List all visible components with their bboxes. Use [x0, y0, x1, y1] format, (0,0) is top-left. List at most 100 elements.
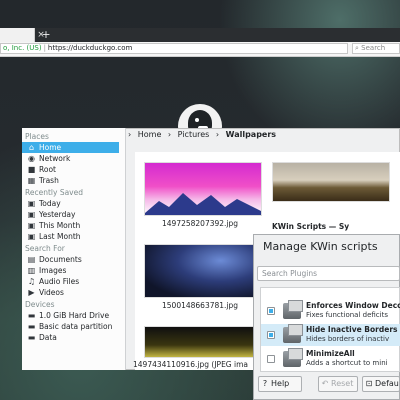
- plugin-description: Fixes functional deficits: [306, 311, 388, 319]
- window-title: Manage KWin scripts: [263, 240, 378, 253]
- plugin-row[interactable]: Hide Inactive Borders Hides borders of in…: [261, 324, 400, 346]
- places-item-label: Root: [39, 165, 56, 174]
- plugin-name: MinimizeAll: [306, 349, 355, 358]
- help-label: Help: [271, 379, 290, 388]
- magnifier-icon: ⌕: [355, 44, 359, 52]
- reset-icon: ↶: [321, 379, 329, 388]
- search-plugins-input[interactable]: Search Plugins: [257, 266, 400, 281]
- music-icon: ♫: [27, 277, 36, 286]
- mountains-image: [145, 193, 261, 215]
- breadcrumb: › Home › Pictures › Wallpapers: [128, 128, 400, 142]
- drive-icon: ▬: [27, 322, 36, 331]
- plugin-checkbox[interactable]: [267, 307, 275, 315]
- calendar-icon: ▣: [27, 232, 36, 241]
- places-item-label: Today: [39, 199, 61, 208]
- places-item[interactable]: ■ Root: [22, 164, 125, 175]
- places-panel: Places ⌂ Home ◉ Network ■ Root ▦ Trash Recently S…: [22, 128, 126, 370]
- places-item[interactable]: ▬ Basic data partition: [22, 321, 125, 332]
- places-section-title: Devices: [25, 300, 55, 309]
- drive-icon: ▬: [27, 333, 36, 342]
- browser-window: × + o, Inc. (US) | https://duckduckgo.com …: [0, 0, 400, 60]
- home-icon: ⌂: [28, 143, 35, 152]
- plugin-description: Adds a shortcut to mini: [306, 359, 388, 367]
- breadcrumb-home[interactable]: Home: [138, 130, 162, 139]
- defaults-label: Defau: [375, 379, 399, 388]
- places-item-label: Yesterday: [39, 210, 76, 219]
- breadcrumb-current[interactable]: Wallpapers: [226, 130, 276, 139]
- plugin-name: Enforces Window Deco: [306, 301, 400, 310]
- places-item-label: Last Month: [39, 232, 81, 241]
- plugin-row[interactable]: MinimizeAll Adds a shortcut to mini: [261, 348, 400, 370]
- document-icon: ▤: [27, 255, 36, 264]
- plugin-name: Hide Inactive Borders: [306, 325, 398, 334]
- places-item[interactable]: ▣ This Month: [22, 220, 125, 231]
- back-arrow-icon[interactable]: ›: [128, 130, 131, 139]
- places-section-title: Search For: [25, 244, 65, 253]
- plugin-icon: [283, 324, 303, 343]
- browser-tab[interactable]: [0, 28, 35, 42]
- places-item-label: Basic data partition: [39, 322, 113, 331]
- places-item-label: Home: [39, 143, 62, 152]
- breadcrumb-pictures[interactable]: Pictures: [178, 130, 210, 139]
- places-item-label: Trash: [39, 176, 59, 185]
- file-thumbnail[interactable]: [144, 244, 254, 298]
- tab-strip: [0, 28, 400, 42]
- plugin-icon: [283, 348, 303, 367]
- places-item[interactable]: ▣ Yesterday: [22, 209, 125, 220]
- help-icon: ?: [262, 379, 268, 388]
- places-item[interactable]: ▶ Videos: [22, 287, 125, 298]
- partial-window-label: KWin Scripts — Sy: [272, 222, 350, 231]
- duck-eye-icon: [195, 118, 199, 122]
- defaults-button[interactable]: ⊡ Defau: [362, 376, 400, 392]
- places-item-label: This Month: [39, 221, 81, 230]
- new-tab-button[interactable]: +: [40, 28, 52, 42]
- places-item-label: Videos: [39, 288, 64, 297]
- plugin-checkbox[interactable]: [267, 355, 275, 363]
- help-button[interactable]: ? Help: [258, 376, 302, 392]
- defaults-icon: ⊡: [365, 379, 373, 388]
- calendar-icon: ▣: [27, 221, 36, 230]
- plugin-description: Hides borders of inactiv: [306, 335, 390, 343]
- places-item[interactable]: ▣ Last Month: [22, 231, 125, 242]
- places-item-label: Network: [39, 154, 71, 163]
- places-item[interactable]: ▦ Trash: [22, 175, 125, 186]
- chevron-right-icon: ›: [167, 130, 172, 139]
- calendar-icon: ▣: [27, 210, 36, 219]
- places-item[interactable]: ♫ Audio Files: [22, 276, 125, 287]
- status-tooltip: 1497434110916.jpg (JPEG ima: [133, 360, 248, 369]
- places-item-label: Audio Files: [39, 277, 80, 286]
- video-icon: ▶: [28, 288, 35, 297]
- trash-icon: ▦: [27, 176, 36, 185]
- drive-icon: ▬: [27, 311, 36, 320]
- folder-icon: ■: [27, 165, 36, 174]
- plugin-checkbox[interactable]: [267, 331, 275, 339]
- reset-button[interactable]: ↶ Reset: [318, 376, 358, 392]
- file-thumbnail[interactable]: [144, 162, 262, 216]
- image-icon: ▥: [27, 266, 36, 275]
- places-item[interactable]: ◉ Network: [22, 153, 125, 164]
- plugin-row[interactable]: Enforces Window Deco Fixes functional def…: [261, 300, 400, 322]
- places-item[interactable]: ▬ 1.0 GiB Hard Drive: [22, 310, 125, 321]
- file-name[interactable]: 1500148663781.jpg: [162, 301, 238, 310]
- site-identity[interactable]: o, Inc. (US): [3, 44, 42, 52]
- search-input[interactable]: ⌕ Search: [352, 43, 400, 54]
- places-item[interactable]: ▣ Today: [22, 198, 125, 209]
- file-thumbnail[interactable]: [272, 162, 390, 202]
- places-item-label: Images: [39, 266, 67, 275]
- places-item-label: 1.0 GiB Hard Drive: [39, 311, 110, 320]
- file-thumbnail[interactable]: [144, 326, 254, 358]
- places-section-title: Recently Saved: [25, 188, 83, 197]
- places-item-label: Data: [39, 333, 57, 342]
- places-section-title: Places: [25, 132, 49, 141]
- places-item[interactable]: ▬ Data: [22, 332, 125, 343]
- url-bar[interactable]: o, Inc. (US) | https://duckduckgo.com: [0, 43, 348, 54]
- chevron-right-icon: ›: [215, 130, 220, 139]
- url-text: https://duckduckgo.com: [47, 44, 133, 52]
- search-placeholder: Search: [361, 44, 386, 52]
- file-name[interactable]: 1497258207392.jpg: [162, 219, 238, 228]
- places-item-label: Documents: [39, 255, 82, 264]
- places-item[interactable]: ⌂ Home: [22, 142, 119, 153]
- places-item[interactable]: ▤ Documents: [22, 254, 125, 265]
- places-item[interactable]: ▥ Images: [22, 265, 125, 276]
- reset-label: Reset: [331, 379, 354, 388]
